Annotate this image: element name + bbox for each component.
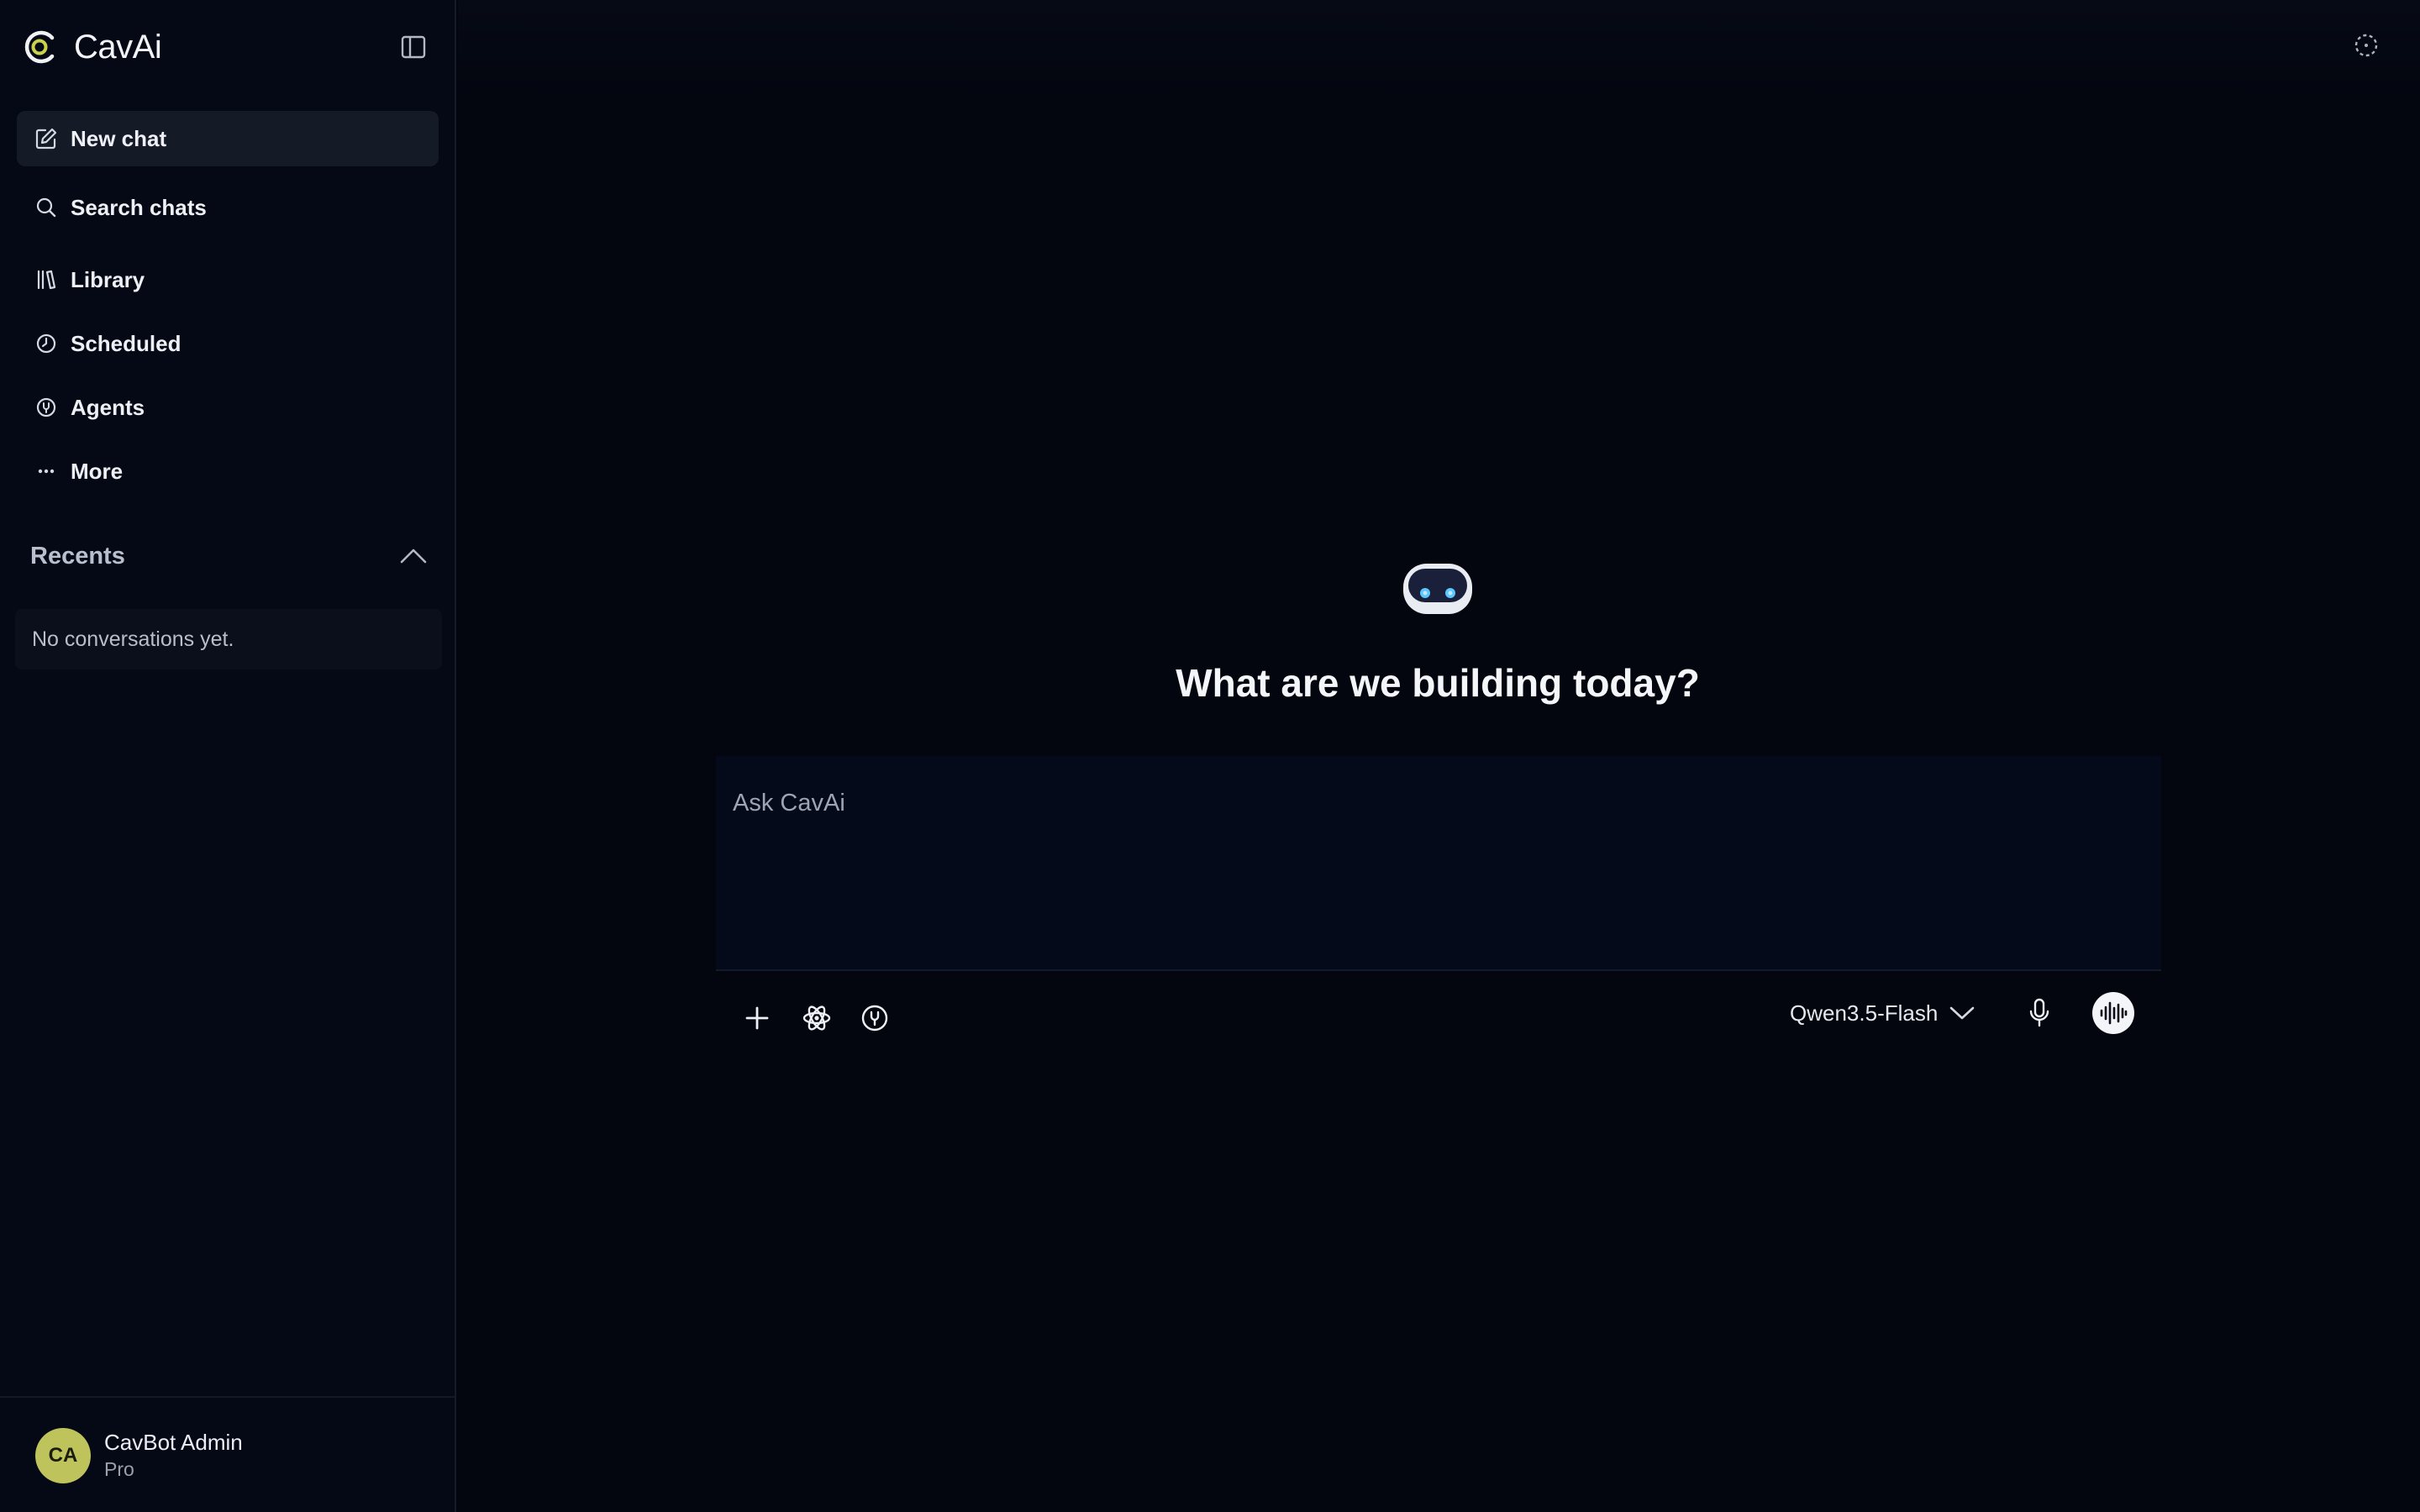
waveform-icon [2100, 1001, 2128, 1025]
sidebar: CavAi New chat Search chats Library Sche… [0, 0, 456, 1512]
model-label: Qwen3.5-Flash [1790, 1000, 1939, 1026]
brand-name: CavAi [74, 28, 162, 66]
sidebar-item-library[interactable]: Library [17, 252, 439, 307]
mascot-icon [1403, 564, 1472, 614]
search-icon [34, 195, 59, 220]
app-window: CavAi New chat Search chats Library Sche… [0, 0, 2420, 1512]
atom-icon [802, 1005, 831, 1031]
composer [716, 756, 2161, 971]
user-plan: Pro [104, 1458, 134, 1480]
sidebar-item-label: Search chats [71, 194, 207, 220]
sidebar-item-label: Scheduled [71, 330, 182, 356]
agents-icon [34, 395, 59, 420]
more-dots-icon [34, 459, 59, 484]
recents-header: Recents [30, 539, 429, 573]
recents-empty-state: No conversations yet. [15, 609, 442, 669]
avatar: CA [35, 1428, 91, 1483]
brand[interactable]: CavAi [22, 28, 162, 66]
settings-button[interactable] [2351, 30, 2381, 60]
agents-icon [861, 1005, 888, 1032]
dashed-circle-icon [2354, 34, 2378, 57]
chevron-up-icon [400, 549, 427, 564]
recents-collapse-button[interactable] [398, 541, 429, 571]
tools-button[interactable] [798, 1000, 835, 1037]
sidebar-item-agents[interactable]: Agents [17, 380, 439, 435]
plus-icon [745, 1006, 769, 1030]
cavai-logo-icon [24, 30, 55, 64]
microphone-icon [2029, 998, 2049, 1027]
recents-title: Recents [30, 542, 125, 570]
sidebar-item-label: Library [71, 266, 145, 292]
add-attachment-button[interactable] [739, 1000, 776, 1037]
sidebar-item-scheduled[interactable]: Scheduled [17, 316, 439, 371]
library-icon [34, 267, 59, 292]
sidebar-panel-icon [401, 35, 426, 59]
sidebar-item-label: New chat [71, 125, 167, 151]
clock-icon [34, 331, 59, 356]
sidebar-item-label: Agents [71, 394, 145, 420]
voice-mode-button[interactable] [2092, 992, 2134, 1034]
sidebar-item-new-chat[interactable]: New chat [17, 111, 439, 166]
page-headline: What are we building today? [1176, 661, 1700, 705]
user-profile[interactable]: CA CavBot Admin Pro [0, 1396, 455, 1512]
top-bar [458, 0, 2420, 92]
sidebar-item-more[interactable]: More [17, 444, 439, 499]
agent-button[interactable] [856, 1000, 893, 1037]
model-selector[interactable]: Qwen3.5-Flash [1790, 996, 1975, 1030]
prompt-input[interactable] [733, 778, 2144, 828]
user-name: CavBot Admin [104, 1430, 243, 1455]
chevron-down-icon [1949, 1000, 1975, 1026]
microphone-button[interactable] [2021, 995, 2058, 1032]
sidebar-item-search-chats[interactable]: Search chats [17, 180, 439, 235]
sidebar-toggle-button[interactable] [398, 32, 429, 62]
sidebar-item-label: More [71, 458, 124, 484]
new-chat-icon [34, 126, 59, 151]
